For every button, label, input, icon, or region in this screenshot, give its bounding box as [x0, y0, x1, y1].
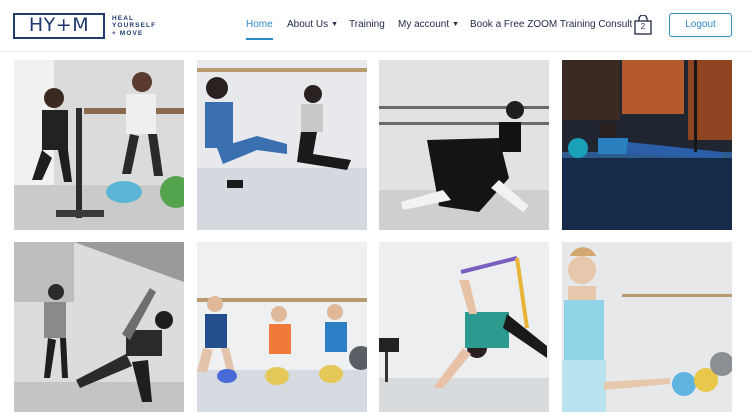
gallery-photo-ballerina-bw[interactable] — [379, 60, 549, 230]
cart-count-badge: 2 — [640, 22, 646, 31]
main-nav: Home About Us ▼ Training My account ▼ Book… — [0, 0, 752, 52]
nav-about-us[interactable]: About Us ▼ — [287, 18, 338, 32]
nav-about-label: About Us — [287, 19, 329, 30]
nav-training[interactable]: Training — [349, 18, 385, 32]
gallery-photo-three-dancers[interactable] — [197, 242, 367, 412]
chevron-down-icon: ▼ — [331, 21, 339, 28]
nav-my-account[interactable]: My account ▼ — [398, 18, 459, 32]
cart-button[interactable]: 2 — [634, 14, 652, 35]
site-header: HY+M HEAL YOURSELF + MOVE Home About Us ▼… — [0, 0, 752, 52]
logout-button[interactable]: Logout — [669, 13, 732, 37]
nav-home[interactable]: Home — [246, 18, 273, 32]
nav-book-consult[interactable]: Book a Free ZOOM Training Consult — [470, 18, 632, 32]
gallery-photo-stage-floor[interactable] — [562, 60, 732, 230]
gallery-photo-trainer-assist[interactable] — [14, 60, 184, 230]
chevron-down-icon: ▼ — [452, 21, 460, 28]
nav-home-underline — [246, 38, 273, 40]
gallery-photo-blue-leotard[interactable] — [562, 242, 732, 412]
nav-account-label: My account — [398, 19, 450, 30]
gallery-photo-partner-stretch-bw[interactable] — [14, 242, 184, 412]
gallery-photo-floor-stretch[interactable] — [197, 60, 367, 230]
gallery-photo-band-stretch[interactable] — [379, 242, 549, 412]
